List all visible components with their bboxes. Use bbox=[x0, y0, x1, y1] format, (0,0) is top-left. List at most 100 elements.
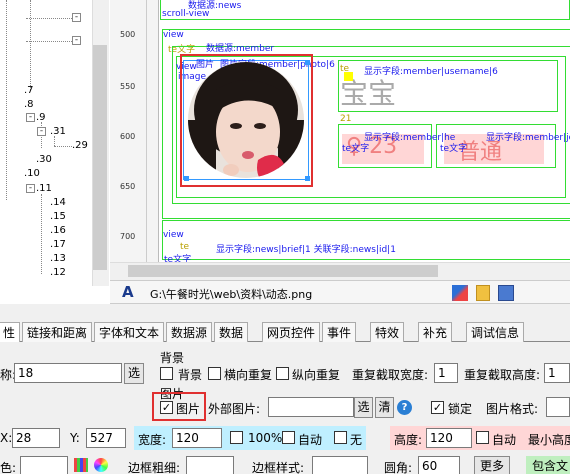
clear-image-button[interactable]: 清 bbox=[375, 397, 394, 418]
ruler-mark: 700 bbox=[120, 232, 136, 241]
tree-line bbox=[6, 0, 7, 200]
tree-item[interactable]: .31 bbox=[50, 126, 66, 137]
text-tag: te文字 bbox=[440, 144, 468, 154]
radius-input[interactable]: 60 bbox=[418, 456, 460, 474]
tab-datasource[interactable]: 数据源 bbox=[166, 322, 212, 342]
repeat-width-label: 重复截取宽度: bbox=[352, 368, 429, 382]
color-wheel-icon[interactable] bbox=[94, 458, 108, 472]
tree-item[interactable]: .13 bbox=[50, 253, 66, 264]
width-input[interactable]: 120 bbox=[172, 428, 222, 448]
text-tag: 21 bbox=[340, 114, 352, 124]
height-input[interactable]: 120 bbox=[426, 428, 472, 448]
tree-item[interactable]: .29 bbox=[72, 140, 88, 151]
border-style-label: 边框样式: bbox=[252, 461, 305, 474]
tree-toggle[interactable]: - bbox=[26, 113, 35, 122]
tree-item[interactable]: .30 bbox=[36, 154, 52, 165]
tab-debug[interactable]: 调试信息 bbox=[466, 322, 524, 342]
lock-checkbox[interactable]: ✓ bbox=[431, 401, 444, 414]
ruler-mark: 650 bbox=[120, 182, 136, 191]
auto-width-checkbox[interactable] bbox=[282, 431, 295, 444]
text-tag: te bbox=[180, 242, 190, 252]
repeat-height-label: 重复截取高度: bbox=[464, 368, 541, 382]
color-input[interactable] bbox=[20, 456, 68, 474]
percent-checkbox[interactable] bbox=[230, 431, 243, 444]
tree-line bbox=[26, 18, 72, 19]
tree-item[interactable]: .15 bbox=[50, 211, 66, 222]
tab-properties[interactable]: 性 bbox=[0, 322, 20, 342]
tree-toggle[interactable]: - bbox=[72, 36, 81, 45]
tab-effects[interactable]: 特效 bbox=[370, 322, 404, 342]
tree-item[interactable]: .17 bbox=[50, 239, 66, 250]
tab-events[interactable]: 事件 bbox=[322, 322, 356, 342]
tab-links[interactable]: 链接和距离 bbox=[22, 322, 92, 342]
save-icon[interactable] bbox=[498, 285, 514, 301]
more-button[interactable]: 更多 bbox=[474, 456, 510, 474]
tree-item[interactable]: .8 bbox=[24, 99, 34, 110]
view-label: view bbox=[163, 30, 184, 40]
tree-item[interactable]: .16 bbox=[50, 225, 66, 236]
tree-line bbox=[54, 146, 72, 147]
h-repeat-label: 横向重复 bbox=[224, 368, 273, 382]
auto-height-label: 自动 bbox=[492, 433, 517, 447]
project-tree: - - .7 .8 - .9 - .31 .29 .30 .10 - .11 .… bbox=[0, 0, 92, 286]
help-icon[interactable]: ? bbox=[397, 400, 412, 415]
tab-web-controls[interactable]: 网页控件 bbox=[262, 322, 320, 342]
tab-supplement[interactable]: 补充 bbox=[418, 322, 452, 342]
repeat-width-input[interactable]: 1 bbox=[434, 363, 458, 383]
color-icon[interactable] bbox=[452, 285, 468, 301]
brief-field-label: 显示字段:news|brief|1 关联字段:news|id|1 bbox=[216, 245, 396, 255]
tree-item[interactable]: .10 bbox=[24, 168, 40, 179]
choose-image-button[interactable]: 选 bbox=[354, 397, 373, 418]
member-datasource-label: 数据源:member bbox=[206, 44, 275, 54]
y-input[interactable]: 527 bbox=[86, 428, 126, 448]
background-label: 背景 bbox=[178, 368, 203, 382]
v-repeat-checkbox[interactable] bbox=[276, 367, 289, 380]
view-label: view bbox=[163, 230, 184, 240]
border-style-select[interactable] bbox=[312, 456, 368, 474]
h-repeat-checkbox[interactable] bbox=[208, 367, 221, 380]
tree-item[interactable]: .12 bbox=[50, 267, 66, 278]
palette-icon[interactable] bbox=[74, 458, 88, 472]
auto-height-checkbox[interactable] bbox=[476, 431, 489, 444]
tree-scroll-thumb[interactable] bbox=[93, 45, 107, 270]
resize-handle[interactable] bbox=[184, 176, 189, 181]
none-label: 无 bbox=[350, 433, 363, 447]
image-format-label: 图片格式: bbox=[486, 402, 539, 416]
x-input[interactable]: 28 bbox=[12, 428, 60, 448]
text-tag: te文字 bbox=[342, 144, 370, 154]
image-selection-highlight bbox=[180, 54, 313, 187]
background-checkbox[interactable] bbox=[160, 367, 173, 380]
contain-text-option[interactable]: 包含文 bbox=[526, 456, 570, 474]
folder-icon[interactable] bbox=[476, 285, 490, 301]
height-label: 高度: bbox=[394, 433, 423, 447]
tree-toggle[interactable]: - bbox=[26, 184, 35, 193]
tree-toggle[interactable]: - bbox=[37, 127, 46, 136]
none-checkbox[interactable] bbox=[334, 431, 347, 444]
tree-item[interactable]: .11 bbox=[36, 183, 52, 194]
design-canvas[interactable]: 数据源:news scroll-view view te文字 数据源:membe… bbox=[160, 0, 570, 262]
choose-button[interactable]: 选 bbox=[124, 363, 144, 384]
resize-handle[interactable] bbox=[305, 176, 310, 181]
tree-item[interactable]: .14 bbox=[50, 197, 66, 208]
border-width-input[interactable] bbox=[186, 456, 234, 474]
lock-label: 锁定 bbox=[448, 402, 473, 416]
tree-line bbox=[54, 136, 55, 146]
canvas-scroll-thumb[interactable] bbox=[128, 265, 438, 277]
ruler-mark: 600 bbox=[120, 132, 136, 141]
repeat-height-input[interactable]: 1 bbox=[544, 363, 570, 383]
resize-handle[interactable] bbox=[305, 60, 310, 65]
job-field-label: 显示字段:member|job bbox=[486, 133, 570, 143]
tab-data[interactable]: 数据 bbox=[214, 322, 248, 342]
ruler-mark: 500 bbox=[120, 30, 136, 39]
tree-toggle[interactable]: - bbox=[72, 13, 81, 22]
name-input[interactable]: 18 bbox=[14, 363, 122, 383]
radius-label: 圆角: bbox=[384, 461, 413, 474]
external-image-input[interactable] bbox=[268, 397, 354, 417]
font-icon[interactable]: A bbox=[122, 283, 134, 301]
tab-font[interactable]: 字体和文本 bbox=[94, 322, 164, 342]
marker bbox=[344, 72, 353, 81]
vertical-ruler bbox=[110, 0, 159, 262]
image-format-select[interactable] bbox=[546, 397, 570, 417]
tree-item[interactable]: .7 bbox=[24, 85, 34, 96]
v-repeat-label: 纵向重复 bbox=[292, 368, 341, 382]
